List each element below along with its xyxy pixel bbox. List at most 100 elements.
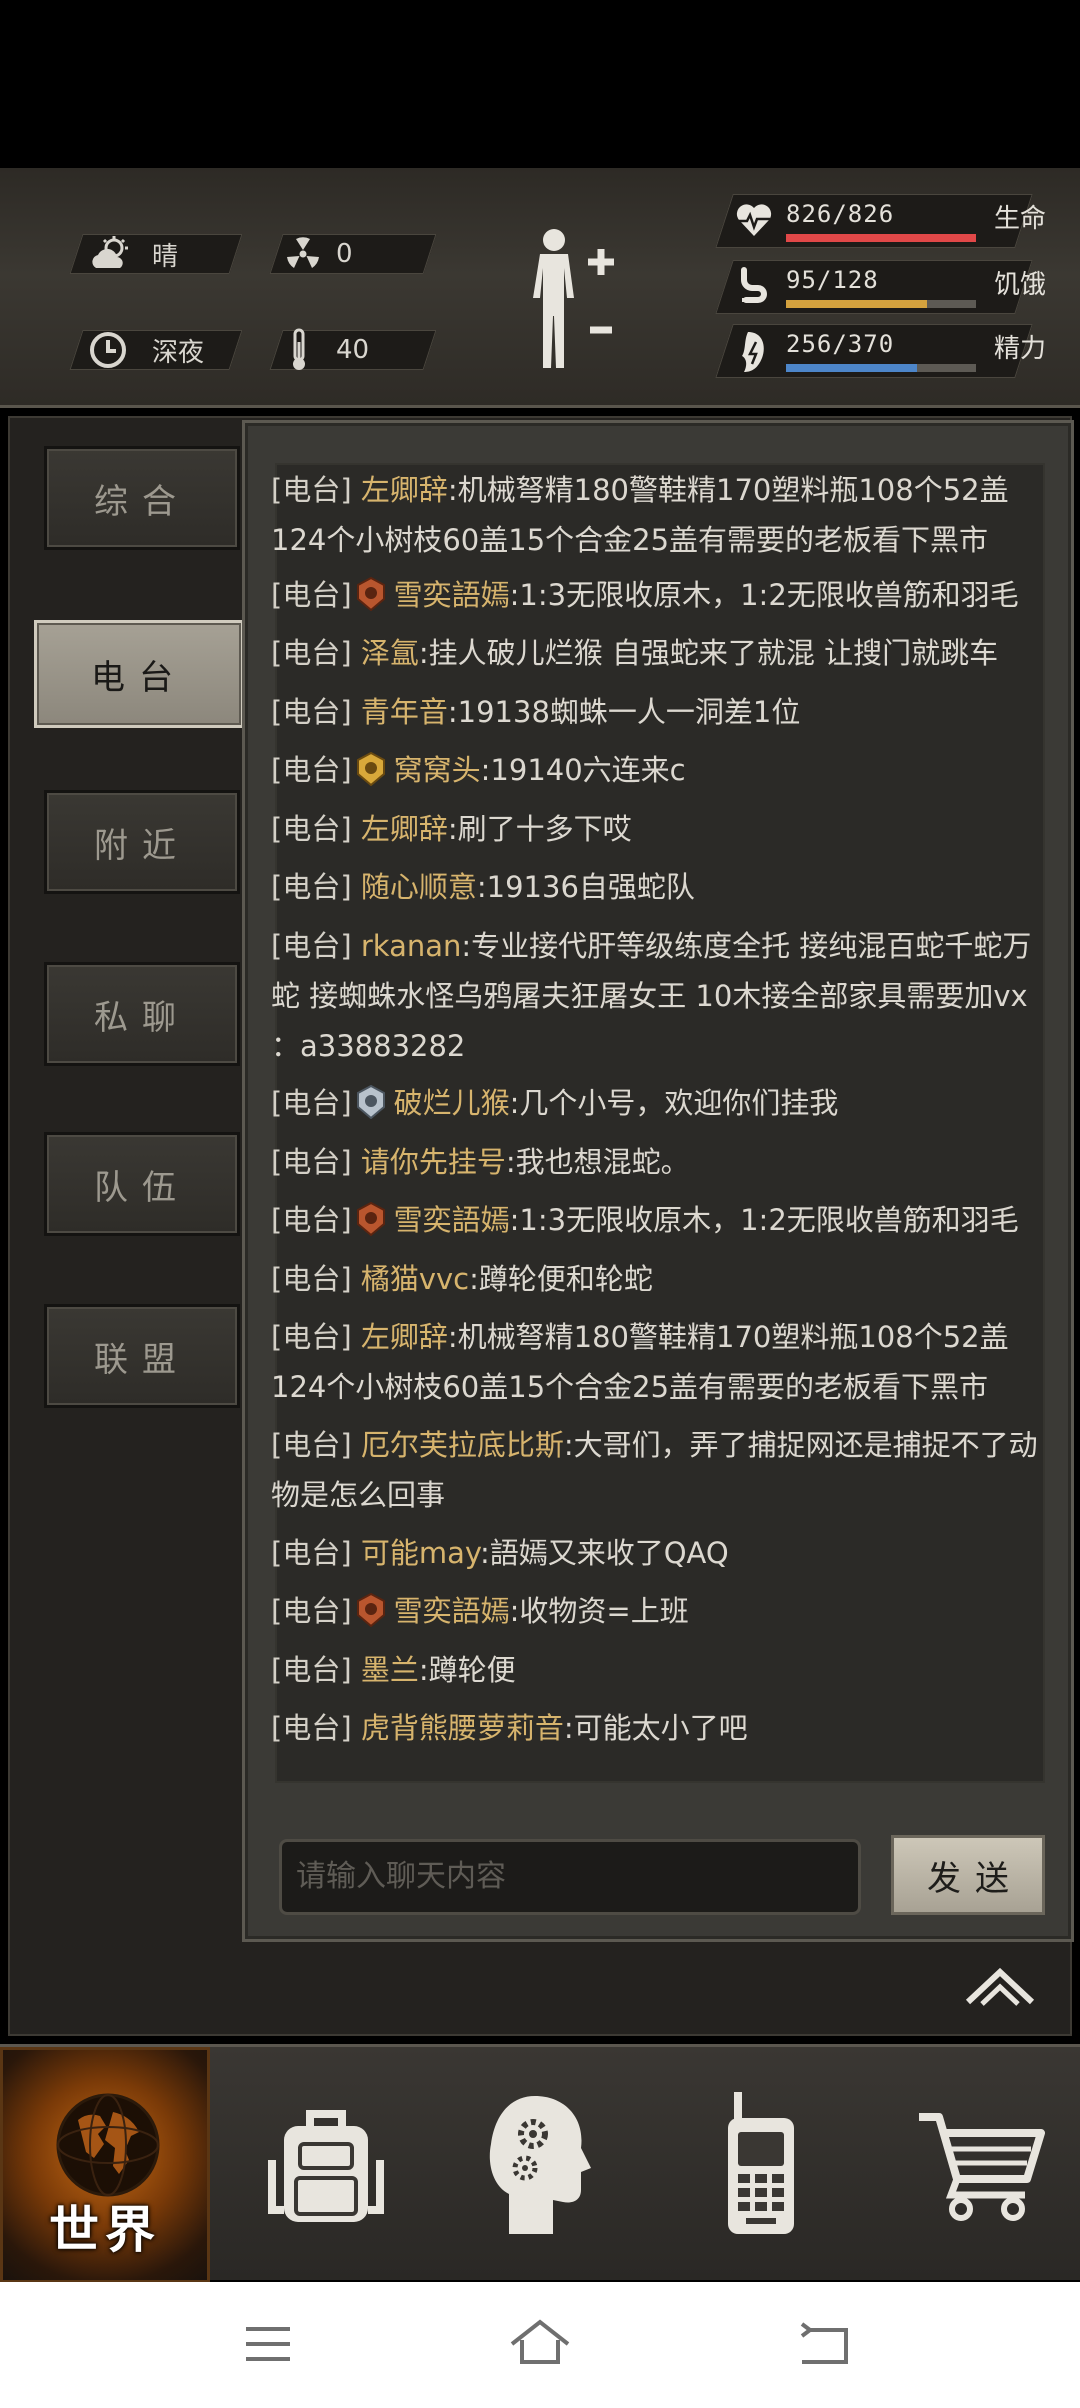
chat-message: [电台] 墨兰:蹲轮便 [271, 1645, 1051, 1695]
cloud-sun-icon [92, 236, 128, 268]
energy-label: 精力 [994, 334, 1047, 364]
chat-message: [电台] 破烂儿猴:几个小号，欢迎你们挂我 [271, 1078, 1051, 1128]
message-text: :可能太小了吧 [563, 1711, 748, 1746]
silver-rank-badge-icon [356, 1085, 385, 1120]
chat-message: [电台] 左卿辞:机械弩精180警鞋精170塑料瓶108个52盖124个小树枝6… [271, 465, 1051, 565]
chat-message: [电台] rkanan:专业接代肝等级练度全托 接纯混百蛇千蛇万蛇 接蜘蛛水怪乌… [271, 921, 1051, 1071]
energy-icon [742, 332, 764, 372]
chat-message-list[interactable]: [电台] 左卿辞:机械弩精180警鞋精170塑料瓶108个52盖124个小树枝6… [271, 463, 1045, 1783]
health-value: 826/826 [786, 200, 895, 228]
energy-value: 256/370 [786, 330, 895, 358]
message-channel: [电台] [271, 1203, 352, 1238]
back-icon[interactable] [796, 2322, 850, 2366]
message-text: :1:3无限收原木，1:2无限收兽筋和羽毛 [509, 577, 1019, 612]
message-sender[interactable]: 青年音 [361, 695, 448, 729]
red-rank-badge-icon [356, 1202, 385, 1237]
message-channel: [电台] [271, 636, 352, 671]
chat-panel: [电台] 左卿辞:机械弩精180警鞋精170塑料瓶108个52盖124个小树枝6… [242, 420, 1074, 1942]
message-sender[interactable]: 左卿辞 [361, 812, 448, 846]
radiation-stat: 0 [269, 234, 437, 274]
message-channel: [电台] [271, 929, 352, 963]
menu-icon[interactable] [244, 2324, 292, 2364]
message-text: :1:3无限收原木，1:2无限收兽筋和羽毛 [509, 1203, 1019, 1238]
message-text: :蹲轮便 [418, 1652, 516, 1687]
message-sender[interactable]: 虎背熊腰萝莉音 [361, 1711, 564, 1745]
clock-icon [90, 332, 126, 368]
chat-input[interactable]: 请输入聊天内容 [279, 1839, 861, 1915]
chat-message: [电台] 雪奕語嫣:1:3无限收原木，1:2无限收兽筋和羽毛 [271, 570, 1051, 620]
nav-radio[interactable] [670, 2047, 850, 2283]
bottom-nav: 世界 [0, 2044, 1080, 2283]
message-sender[interactable]: 雪奕語嫣 [394, 578, 510, 612]
collapse-up-icon[interactable] [960, 1962, 1040, 2012]
message-channel: [电台] [271, 1711, 352, 1746]
thermometer-icon [293, 328, 305, 370]
hunger-label: 饥饿 [994, 270, 1047, 300]
message-sender[interactable]: 可能may [361, 1536, 480, 1570]
message-sender[interactable]: 雪奕語嫣 [394, 1203, 510, 1237]
message-text: :19136自强蛇队 [476, 870, 695, 905]
tab-private[interactable]: 私聊 [44, 962, 240, 1066]
message-sender[interactable]: 破烂儿猴 [394, 1086, 510, 1120]
hunger-fill [786, 300, 927, 308]
weather-stat: 晴 [69, 234, 243, 274]
chat-message: [电台] 虎背熊腰萝莉音:可能太小了吧 [271, 1703, 1051, 1753]
time-value: 深夜 [152, 337, 205, 368]
message-channel: [电台] [271, 577, 352, 612]
message-channel: [电台] [271, 473, 352, 508]
tab-alliance[interactable]: 联盟 [44, 1304, 240, 1408]
temperature-value: 40 [336, 335, 370, 365]
message-sender[interactable]: 左卿辞 [361, 1320, 448, 1354]
chat-message: [电台] 可能may:語嫣又来收了QAQ [271, 1528, 1051, 1578]
nav-skills[interactable] [450, 2047, 630, 2283]
game-screen: 晴 0 深夜 40 826/826 生命 95/128 饥饿 256/370 精… [0, 0, 1080, 2408]
message-sender[interactable]: 泽氲 [361, 636, 419, 670]
message-text: :挂人破儿烂猴 自强蛇来了就混 让搜门就跳车 [418, 636, 999, 671]
tab-nearby[interactable]: 附近 [44, 790, 240, 894]
nav-backpack[interactable] [236, 2047, 416, 2283]
message-sender[interactable]: 厄尔芙拉底比斯 [361, 1428, 564, 1462]
message-text: :19140六连来c [480, 753, 686, 788]
message-sender[interactable]: 橘猫vvc [361, 1262, 469, 1296]
message-channel: [电台] [271, 694, 352, 729]
nav-shop[interactable] [890, 2047, 1070, 2283]
stomach-icon [741, 267, 767, 303]
message-sender[interactable]: 雪奕語嫣 [394, 1594, 510, 1628]
radiation-value: 0 [336, 239, 353, 269]
time-stat: 深夜 [69, 330, 243, 370]
message-text: :19138蜘蛛一人一洞差1位 [447, 694, 801, 729]
heart-icon [736, 204, 772, 236]
message-sender[interactable]: 请你先挂号 [361, 1145, 506, 1179]
chat-message: [电台] 橘猫vvc:蹲轮便和轮蛇 [271, 1254, 1051, 1304]
message-sender[interactable]: 左卿辞 [361, 473, 448, 507]
hunger-value: 95/128 [786, 266, 879, 294]
message-channel: [电台] [271, 1086, 352, 1121]
home-icon[interactable] [508, 2318, 572, 2366]
message-channel: [电台] [271, 811, 352, 846]
message-sender[interactable]: rkanan [361, 929, 462, 963]
body-figure-icon[interactable] [520, 226, 630, 376]
message-text: :語嫣又来收了QAQ [479, 1535, 729, 1570]
tab-team[interactable]: 队伍 [44, 1132, 240, 1236]
message-sender[interactable]: 随心顺意 [361, 870, 477, 904]
message-text: :蹲轮便和轮蛇 [469, 1261, 653, 1296]
health-fill [786, 234, 976, 242]
energy-fill [786, 364, 918, 372]
walkie-talkie-icon [728, 2092, 794, 2234]
message-channel: [电台] [271, 870, 352, 905]
weather-value: 晴 [152, 241, 179, 272]
nav-world[interactable]: 世界 [0, 2047, 210, 2283]
head-gears-icon [489, 2096, 591, 2234]
message-text: :收物资=上班 [509, 1594, 689, 1629]
message-channel: [电台] [271, 1427, 352, 1462]
tab-radio[interactable]: 电台 [34, 620, 244, 728]
tab-general[interactable]: 综合 [44, 446, 240, 550]
send-button[interactable]: 发送 [891, 1835, 1045, 1915]
radiation-icon [287, 237, 319, 268]
message-sender[interactable]: 墨兰 [361, 1653, 419, 1687]
message-sender[interactable]: 窝窝头 [394, 753, 481, 787]
status-header: 晴 0 深夜 40 826/826 生命 95/128 饥饿 256/370 精… [0, 168, 1080, 408]
chat-message: [电台] 雪奕語嫣:收物资=上班 [271, 1586, 1051, 1636]
chat-message: [电台] 厄尔芙拉底比斯:大哥们，弄了捕捉网还是捕捉不了动物是怎么回事 [271, 1420, 1051, 1520]
energy-bar: 256/370 精力 [715, 324, 1064, 380]
